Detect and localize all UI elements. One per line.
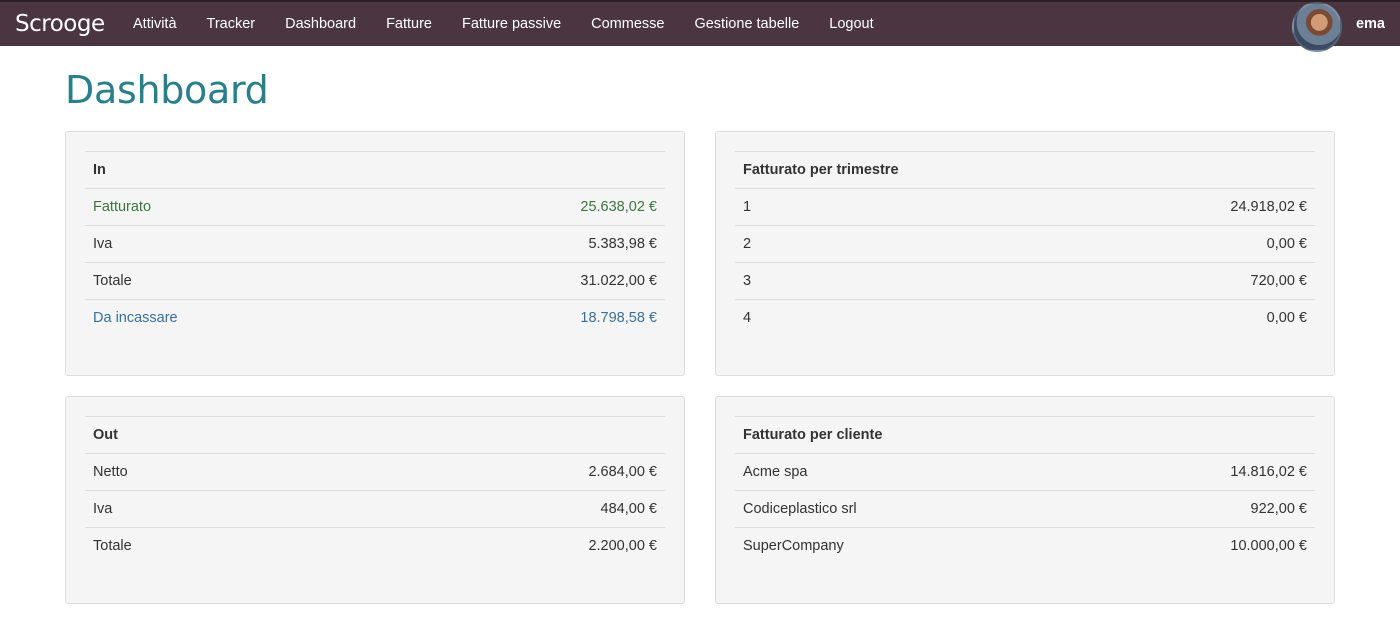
row-value: 2.200,00 € bbox=[312, 527, 665, 565]
row-label: Da incassare bbox=[85, 299, 388, 337]
user-menu[interactable]: ema bbox=[1291, 2, 1400, 52]
panel-fatturato-trimestre: Fatturato per trimestre 1 24.918,02 € 2 … bbox=[715, 131, 1335, 376]
row-value: 31.022,00 € bbox=[387, 262, 665, 300]
nav-link-commesse[interactable]: Commesse bbox=[576, 2, 679, 46]
row-value: 10.000,00 € bbox=[1073, 527, 1315, 565]
row-value: 484,00 € bbox=[312, 490, 665, 528]
table-row: SuperCompany 10.000,00 € bbox=[735, 527, 1315, 565]
trimestre-header: Fatturato per trimestre bbox=[735, 151, 1315, 189]
out-table: Out Netto 2.684,00 € Iva 484,00 € Totale… bbox=[85, 416, 665, 565]
row-value: 0,00 € bbox=[854, 299, 1315, 337]
row-label: 2 bbox=[735, 225, 855, 263]
row-label: Acme spa bbox=[735, 453, 1074, 491]
row-label: Totale bbox=[85, 527, 313, 565]
cliente-table: Fatturato per cliente Acme spa 14.816,02… bbox=[735, 416, 1315, 565]
top-navbar: Scrooge Attività Tracker Dashboard Fattu… bbox=[0, 0, 1400, 52]
in-header: In bbox=[85, 151, 665, 189]
row-label: 1 bbox=[735, 188, 855, 226]
row-value: 2.684,00 € bbox=[312, 453, 665, 491]
table-row: 3 720,00 € bbox=[735, 262, 1315, 300]
row-value: 14.816,02 € bbox=[1073, 453, 1315, 491]
panel-out: Out Netto 2.684,00 € Iva 484,00 € Totale… bbox=[65, 396, 685, 604]
table-row: Netto 2.684,00 € bbox=[85, 453, 665, 491]
avatar[interactable] bbox=[1291, 2, 1342, 52]
row-label: 3 bbox=[735, 262, 855, 300]
cliente-header: Fatturato per cliente bbox=[735, 416, 1315, 454]
row-value: 922,00 € bbox=[1073, 490, 1315, 528]
row-label: Codiceplastico srl bbox=[735, 490, 1074, 528]
row-label: Fatturato bbox=[85, 188, 388, 226]
username[interactable]: ema bbox=[1356, 16, 1385, 32]
row-label: Iva bbox=[85, 225, 388, 263]
row-value: 25.638,02 € bbox=[387, 188, 665, 226]
nav-link-tracker[interactable]: Tracker bbox=[192, 2, 271, 46]
brand-logo[interactable]: Scrooge bbox=[15, 11, 118, 37]
trimestre-table: Fatturato per trimestre 1 24.918,02 € 2 … bbox=[735, 151, 1315, 337]
row-label: 4 bbox=[735, 299, 855, 337]
out-header: Out bbox=[85, 416, 665, 454]
nav-link-dashboard[interactable]: Dashboard bbox=[270, 2, 371, 46]
row-value: 18.798,58 € bbox=[387, 299, 665, 337]
table-row: 4 0,00 € bbox=[735, 299, 1315, 337]
table-row: Da incassare 18.798,58 € bbox=[85, 299, 665, 337]
table-row: Totale 2.200,00 € bbox=[85, 527, 665, 565]
table-row: Iva 5.383,98 € bbox=[85, 225, 665, 263]
nav-link-logout[interactable]: Logout bbox=[814, 2, 888, 46]
row-value: 720,00 € bbox=[854, 262, 1315, 300]
panel-in: In Fatturato 25.638,02 € Iva 5.383,98 € … bbox=[65, 131, 685, 376]
table-row: Codiceplastico srl 922,00 € bbox=[735, 490, 1315, 528]
row-value: 5.383,98 € bbox=[387, 225, 665, 263]
table-row: 2 0,00 € bbox=[735, 225, 1315, 263]
page-title: Dashboard bbox=[65, 68, 269, 112]
nav-link-fatture-passive[interactable]: Fatture passive bbox=[447, 2, 576, 46]
row-value: 0,00 € bbox=[854, 225, 1315, 263]
row-label: Totale bbox=[85, 262, 388, 300]
in-table: In Fatturato 25.638,02 € Iva 5.383,98 € … bbox=[85, 151, 665, 337]
table-row: 1 24.918,02 € bbox=[735, 188, 1315, 226]
row-label: Netto bbox=[85, 453, 313, 491]
row-label: SuperCompany bbox=[735, 527, 1074, 565]
nav-menu: Attività Tracker Dashboard Fatture Fattu… bbox=[118, 2, 889, 46]
table-row: Fatturato 25.638,02 € bbox=[85, 188, 665, 226]
row-label: Iva bbox=[85, 490, 313, 528]
nav-link-attivita[interactable]: Attività bbox=[118, 2, 192, 46]
nav-link-gestione-tabelle[interactable]: Gestione tabelle bbox=[679, 2, 814, 46]
nav-link-fatture[interactable]: Fatture bbox=[371, 2, 447, 46]
table-row: Iva 484,00 € bbox=[85, 490, 665, 528]
panel-fatturato-cliente: Fatturato per cliente Acme spa 14.816,02… bbox=[715, 396, 1335, 604]
row-value: 24.918,02 € bbox=[854, 188, 1315, 226]
table-row: Acme spa 14.816,02 € bbox=[735, 453, 1315, 491]
table-row: Totale 31.022,00 € bbox=[85, 262, 665, 300]
